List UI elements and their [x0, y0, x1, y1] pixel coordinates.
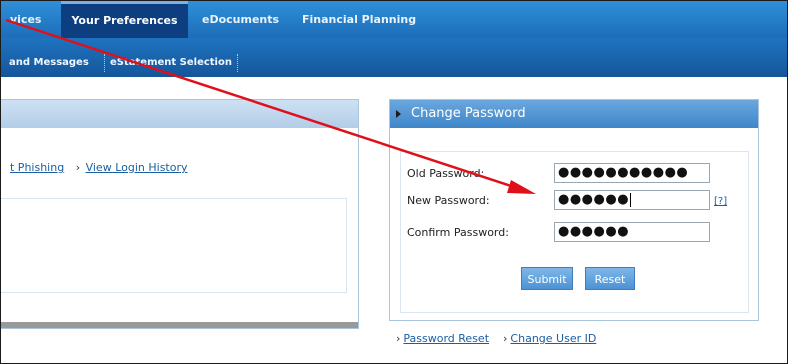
- subnav-separator: [237, 54, 239, 72]
- sub-navigation: and Messages eStatement Selection: [1, 38, 787, 77]
- new-password-label: New Password:: [407, 194, 490, 207]
- password-reset-link[interactable]: Password Reset: [403, 332, 489, 345]
- nav-your-preferences[interactable]: Your Preferences: [61, 1, 188, 38]
- subnav-alerts-messages[interactable]: and Messages: [9, 57, 89, 68]
- change-password-header[interactable]: Change Password: [390, 100, 758, 128]
- panel-bottom-bar: [1, 322, 358, 328]
- new-password-value: ●●●●●●: [558, 192, 630, 207]
- nav-edocuments[interactable]: eDocuments: [202, 1, 279, 38]
- change-password-title: Change Password: [411, 106, 526, 121]
- text-caret: [630, 192, 632, 207]
- confirm-password-label: Confirm Password:: [407, 226, 509, 239]
- subnav-estatement-selection[interactable]: eStatement Selection: [110, 57, 232, 68]
- old-password-value: ●●●●●●●●●●●: [558, 165, 689, 180]
- account-links: › Password Reset › Change User ID: [396, 332, 596, 345]
- old-password-input[interactable]: ●●●●●●●●●●●: [554, 163, 710, 183]
- submit-button[interactable]: Submit: [521, 267, 573, 290]
- change-password-panel: Change Password Old Password: ●●●●●●●●●●…: [389, 99, 759, 345]
- chevron-right-icon: ›: [396, 332, 401, 345]
- old-password-label: Old Password:: [407, 167, 485, 180]
- browser-frame: vices Your Preferences eDocuments Financ…: [0, 0, 788, 364]
- confirm-password-value: ●●●●●●: [558, 224, 630, 239]
- triangle-right-icon: [396, 110, 401, 118]
- change-password-form: Old Password: ●●●●●●●●●●● New Password: …: [400, 151, 749, 313]
- security-panel: t Phishing › View Login History: [1, 99, 359, 329]
- password-help-link[interactable]: [?]: [714, 196, 727, 207]
- subnav-separator: [104, 54, 106, 72]
- confirm-password-input[interactable]: ●●●●●●: [554, 222, 710, 242]
- security-panel-header: [1, 100, 358, 128]
- reset-button[interactable]: Reset: [585, 267, 635, 290]
- phishing-link[interactable]: t Phishing: [10, 161, 64, 174]
- nav-services[interactable]: vices: [10, 1, 41, 38]
- view-login-history-link[interactable]: View Login History: [86, 161, 188, 174]
- new-password-input[interactable]: ●●●●●●: [554, 190, 710, 210]
- nav-financial-planning[interactable]: Financial Planning: [302, 1, 416, 38]
- change-user-id-link[interactable]: Change User ID: [510, 332, 596, 345]
- top-navigation: vices Your Preferences eDocuments Financ…: [1, 1, 787, 38]
- chevron-right-icon: ›: [503, 332, 508, 345]
- chevron-right-icon: ›: [75, 161, 81, 174]
- security-links: t Phishing › View Login History: [10, 161, 188, 174]
- security-panel-content: [1, 198, 347, 293]
